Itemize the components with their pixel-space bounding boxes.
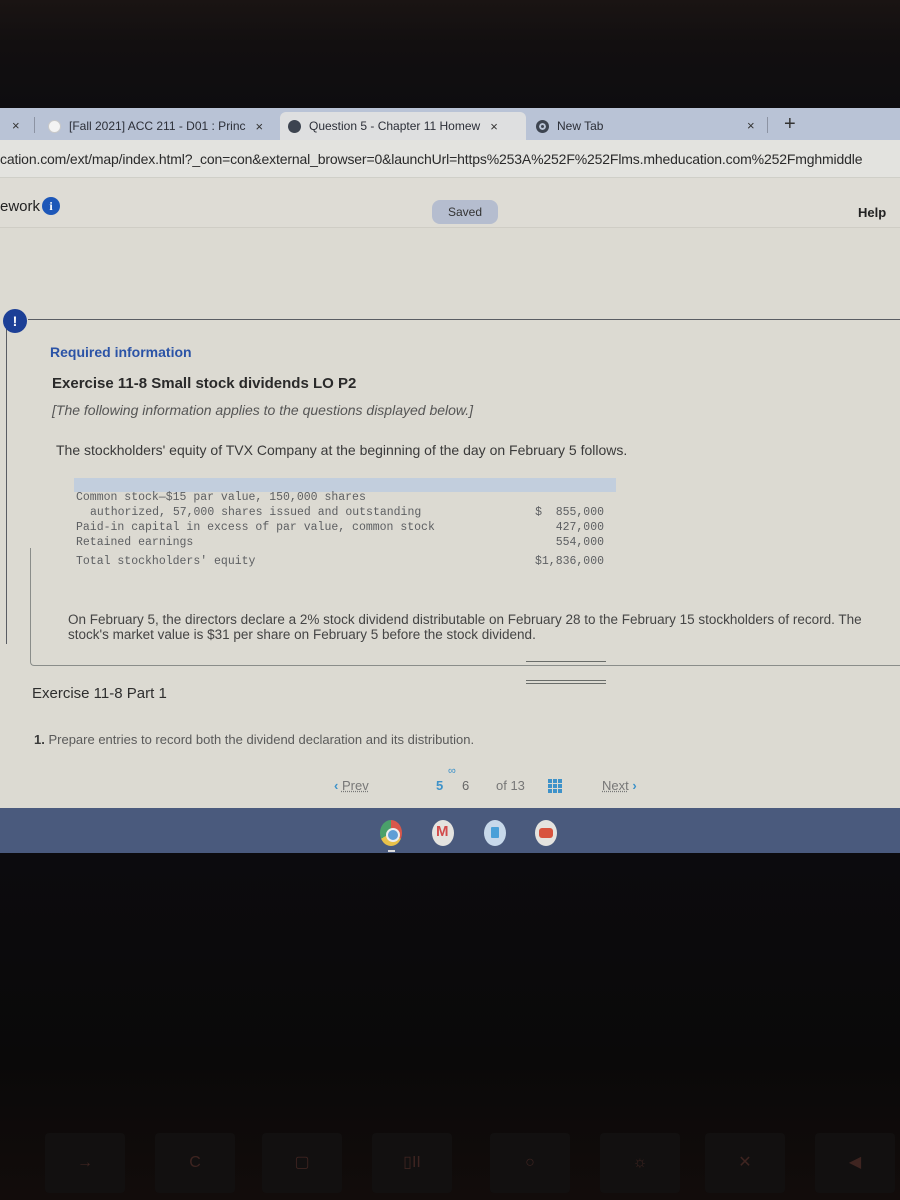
card-divider	[28, 319, 900, 320]
row-value: 427,000	[555, 521, 604, 534]
next-button[interactable]: Next ›	[602, 778, 637, 793]
youtube-app-icon[interactable]	[535, 820, 557, 846]
tab-separator	[34, 117, 35, 133]
dividend-info-text: On February 5, the directors declare a 2…	[68, 612, 862, 642]
row-value: 855,000	[555, 506, 604, 519]
question-prompt: 1. Prepare entries to record both the di…	[34, 732, 474, 747]
alert-icon: !	[3, 309, 27, 333]
keyboard: → C ▢ ▯II ○ ☼ ✕ ◀	[0, 853, 900, 1200]
new-tab-button[interactable]: +	[784, 113, 796, 136]
key-mute: ✕	[705, 1133, 785, 1193]
running-indicator	[388, 850, 395, 852]
url-text[interactable]: cation.com/ext/map/index.html?_con=con&e…	[0, 151, 863, 167]
currency-symbol: $	[535, 506, 542, 519]
page-6[interactable]: 6	[462, 778, 469, 793]
close-tab-icon[interactable]: ×	[256, 119, 264, 134]
table-row: authorized, 57,000 shares issued and out…	[76, 505, 616, 520]
files-app-icon[interactable]	[484, 820, 506, 846]
prev-label: Prev	[341, 778, 369, 793]
key-brightness-up: ☼	[600, 1133, 680, 1193]
chevron-left-icon: ‹	[334, 778, 339, 793]
part-title: Exercise 11-8 Part 1	[32, 685, 167, 702]
d2l-icon	[48, 119, 61, 133]
prompt-text: Prepare entries to record both the divid…	[48, 732, 475, 747]
chrome-icon	[536, 119, 549, 133]
close-tab-icon[interactable]: ×	[747, 118, 755, 133]
page-count: of 13	[496, 778, 525, 793]
pagination: ‹ Prev ∞ 5 6 of 13 Next ›	[0, 765, 900, 803]
saved-status-badge: Saved	[432, 200, 498, 224]
tab-question-5[interactable]: Question 5 - Chapter 11 Homew ×	[280, 112, 526, 140]
total-double-rule	[526, 680, 606, 684]
assignment-title: ework	[0, 198, 41, 215]
row-label: authorized, 57,000 shares issued and out…	[90, 506, 422, 519]
tab-separator	[767, 117, 768, 133]
exercise-title: Exercise 11-8 Small stock dividends LO P…	[52, 375, 357, 392]
intro-text: The stockholders' equity of TVX Company …	[56, 442, 628, 458]
key-fullscreen: ▢	[262, 1133, 342, 1193]
required-information-label: Required information	[50, 344, 192, 360]
address-bar[interactable]: cation.com/ext/map/index.html?_con=con&e…	[0, 140, 900, 178]
table-row: Paid-in capital in excess of par value, …	[76, 520, 616, 535]
row-label: Paid-in capital in excess of par value, …	[76, 521, 435, 534]
grid-icon[interactable]	[548, 779, 562, 793]
tab-label: [Fall 2021] ACC 211 - D01 : Princ	[69, 119, 246, 133]
row-label: Common stock—$15 par value, 150,000 shar…	[76, 491, 366, 504]
key-brightness-down: ○	[490, 1133, 570, 1193]
screen: × [Fall 2021] ACC 211 - D01 : Princ × Qu…	[0, 108, 900, 853]
key-volume-down: ◀	[815, 1133, 895, 1193]
card-left-border	[6, 324, 7, 644]
page-5[interactable]: 5	[436, 778, 443, 793]
key-refresh: C	[155, 1133, 235, 1193]
close-tab-icon[interactable]: ×	[490, 119, 498, 134]
info-note: [The following information applies to th…	[52, 402, 474, 418]
tab-label: New Tab	[557, 119, 604, 133]
info-icon[interactable]: i	[42, 197, 60, 215]
monitor-bezel	[0, 0, 900, 108]
os-shelf: M	[0, 808, 900, 853]
help-link[interactable]: Help	[858, 205, 886, 220]
globe-icon	[288, 119, 301, 133]
tab-d2l-course[interactable]: [Fall 2021] ACC 211 - D01 : Princ ×	[40, 112, 278, 140]
info-card-box	[30, 548, 900, 666]
chrome-app-icon[interactable]	[380, 820, 402, 846]
prev-button[interactable]: ‹ Prev	[334, 778, 369, 793]
gmail-app-icon[interactable]: M	[432, 820, 454, 846]
table-row: Common stock—$15 par value, 150,000 shar…	[76, 490, 616, 505]
prompt-number: 1.	[34, 732, 45, 747]
tab-label: Question 5 - Chapter 11 Homew	[309, 119, 481, 133]
link-icon: ∞	[448, 765, 456, 777]
next-label: Next	[602, 778, 629, 793]
gmail-glyph: M	[436, 823, 449, 840]
close-icon[interactable]: ×	[12, 118, 20, 133]
tab-new-tab[interactable]: New Tab	[528, 112, 738, 140]
key-forward: →	[45, 1133, 125, 1193]
chevron-right-icon: ›	[632, 778, 637, 793]
tab-strip: × [Fall 2021] ACC 211 - D01 : Princ × Qu…	[0, 108, 900, 140]
key-overview: ▯II	[372, 1133, 452, 1193]
app-header: ework i Saved Help	[0, 178, 900, 228]
